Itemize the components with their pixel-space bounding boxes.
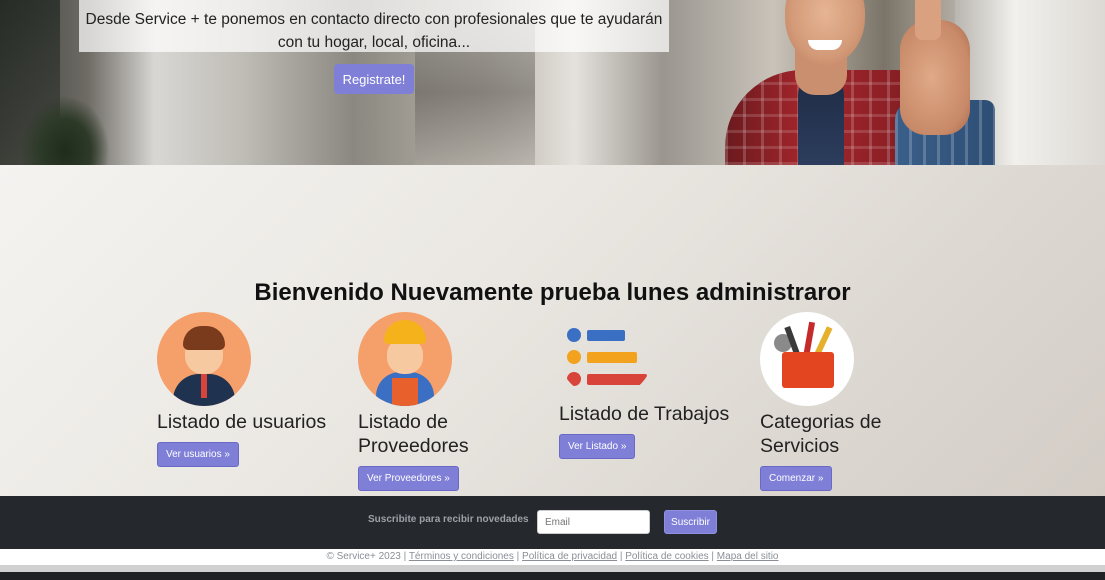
smile — [808, 40, 842, 50]
bar — [587, 330, 625, 341]
taskbar-strip — [0, 572, 1105, 580]
card-trabajos: Listado de Trabajos Ver Listado » — [559, 312, 739, 459]
dot — [567, 328, 581, 342]
card-title: Listado de Trabajos — [559, 403, 730, 425]
toolbox-icon — [760, 312, 854, 406]
worker-icon — [358, 312, 452, 406]
cookies-link[interactable]: Política de cookies — [625, 551, 708, 562]
hero-plant — [20, 95, 110, 165]
email-field[interactable] — [537, 510, 650, 534]
helmet — [384, 320, 426, 344]
card-title: Listado de Proveedores — [358, 411, 469, 457]
ver-usuarios-button[interactable]: Ver usuarios » — [157, 442, 239, 467]
ver-proveedores-button[interactable]: Ver Proveedores » — [358, 466, 459, 491]
hero-person-image — [720, 0, 1020, 165]
footer: Suscribite para recibir novedades Suscri… — [0, 496, 1105, 549]
hair — [183, 326, 225, 350]
user-icon — [157, 312, 251, 406]
hero-banner: Desde Service + te ponemos en contacto d… — [0, 0, 1105, 165]
tie — [201, 374, 207, 398]
thumb — [915, 0, 941, 40]
ver-listado-button[interactable]: Ver Listado » — [559, 434, 636, 459]
newsletter-label: Suscribite para recibir novedades — [368, 514, 529, 525]
bar — [587, 352, 637, 363]
hero-text-box: Desde Service + te ponemos en contacto d… — [79, 0, 669, 52]
sitemap-link[interactable]: Mapa del sitio — [717, 551, 779, 562]
box — [782, 352, 834, 388]
card-proveedores: Listado de Proveedores Ver Proveedores » — [358, 312, 518, 491]
card-categorias: Categorias de Servicios Comenzar » — [760, 312, 920, 491]
card-title: Categorias de Servicios — [760, 411, 882, 457]
hero-text: Desde Service + te ponemos en contacto d… — [85, 11, 663, 51]
dot — [567, 350, 581, 364]
dot — [567, 372, 581, 386]
bar — [587, 374, 647, 385]
comenzar-button[interactable]: Comenzar » — [760, 466, 833, 491]
list-icon — [559, 312, 653, 398]
privacy-link[interactable]: Política de privacidad — [522, 551, 617, 562]
card-usuarios: Listado de usuarios Ver usuarios » — [157, 312, 337, 467]
terms-link[interactable]: Términos y condiciones — [409, 551, 514, 562]
overall — [392, 378, 418, 406]
register-button[interactable]: Registrate! — [334, 64, 414, 94]
subscribe-button[interactable]: Suscribir — [664, 510, 717, 534]
welcome-title: Bienvenido Nuevamente prueba lunes admin… — [254, 279, 851, 306]
copyright-text: © Service+ 2023 | — [326, 551, 407, 562]
legal-bar: © Service+ 2023 | Términos y condiciones… — [0, 549, 1105, 565]
card-title: Listado de usuarios — [157, 411, 327, 433]
